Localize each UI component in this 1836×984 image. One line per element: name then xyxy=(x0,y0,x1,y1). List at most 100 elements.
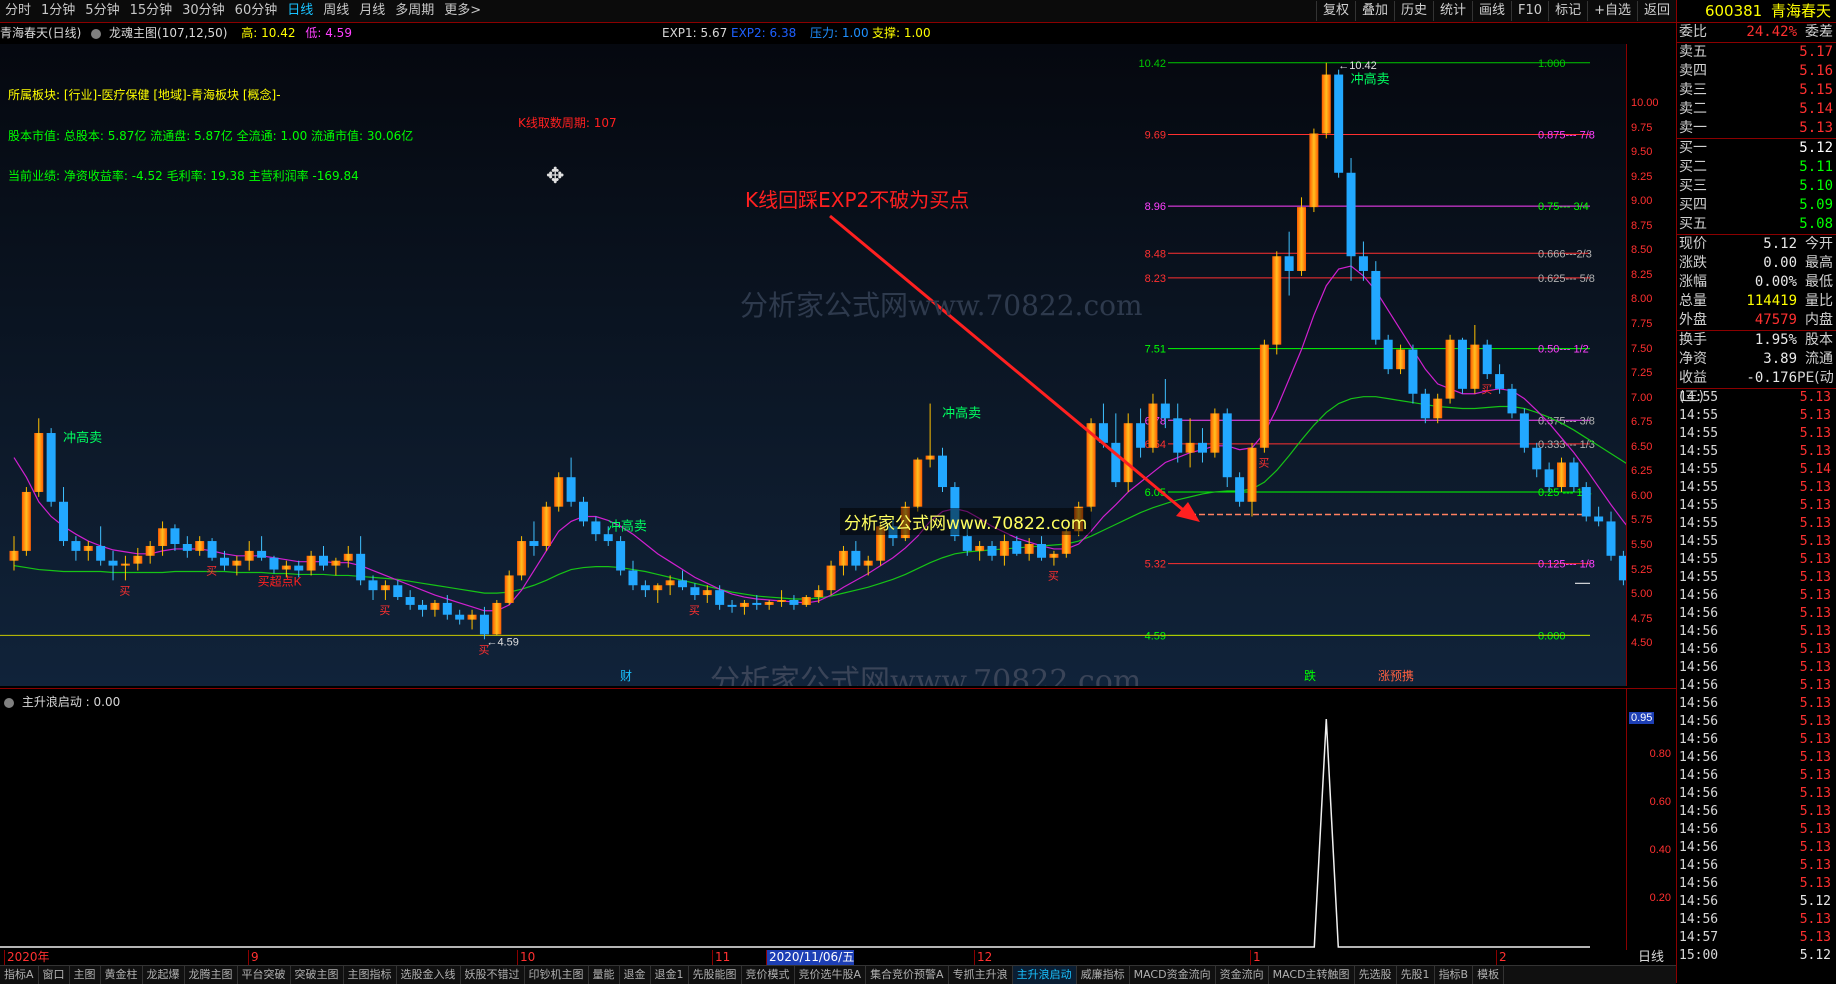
sub-current-value: 0.95 xyxy=(1629,712,1655,724)
sub-indicator-panel[interactable]: 主升浪启动 : 0.00 xyxy=(0,688,1626,951)
indicator-tab-19[interactable]: 专抓主升浪 xyxy=(949,966,1013,984)
period-label[interactable]: 日线 xyxy=(1626,950,1676,965)
indicator-tab-22[interactable]: MACD资金流向 xyxy=(1130,966,1216,984)
bid-row-3-value: 5.09 xyxy=(1799,197,1833,213)
candle-63 xyxy=(789,595,799,610)
indicator-tab-24[interactable]: MACD主转触图 xyxy=(1269,966,1355,984)
indicator-name[interactable]: 龙魂主图(107,12,50) xyxy=(109,26,227,40)
indicator-tab-3[interactable]: 黄金柱 xyxy=(101,966,143,984)
tick-price: 5.13 xyxy=(1799,588,1831,603)
period-tab-1[interactable]: 1分钟 xyxy=(36,1,80,21)
period-tab-3[interactable]: 15分钟 xyxy=(125,1,178,21)
candle-74 xyxy=(925,403,935,468)
tick-row: 14:56 5.13 xyxy=(1677,713,1836,731)
candle-61 xyxy=(764,599,774,610)
toolbar-button-2[interactable]: 历史 xyxy=(1393,1,1433,21)
indicator-tab-18[interactable]: 集合竞价预警A xyxy=(866,966,949,984)
date-label-7: 2 xyxy=(1496,950,1507,965)
ask-row-4-label: 卖一 xyxy=(1679,120,1707,136)
candle-115 xyxy=(1433,393,1443,424)
fib-price-3: 8.48 xyxy=(1145,248,1166,260)
candle-121 xyxy=(1507,383,1517,419)
period-tab-8[interactable]: 月线 xyxy=(354,1,390,21)
weibi-tail: 委差 xyxy=(1805,24,1833,40)
indicator-tab-13[interactable]: 退金 xyxy=(620,966,651,984)
tick-price: 5.13 xyxy=(1799,552,1831,567)
period-tab-5[interactable]: 60分钟 xyxy=(230,1,283,21)
toolbar-button-8[interactable]: 返回 xyxy=(1636,1,1676,21)
indicator-tab-2[interactable]: 主图 xyxy=(70,966,101,984)
indicator-tab-10[interactable]: 妖股不错过 xyxy=(461,966,525,984)
stock-code: 600381 xyxy=(1704,2,1763,20)
bid-row-0-label: 买一 xyxy=(1679,140,1707,156)
stat-row-1-value: 3.89 xyxy=(1763,351,1797,367)
toolbar-button-4[interactable]: 画线 xyxy=(1472,1,1511,21)
quote-row-0-tail: 今开 xyxy=(1805,236,1833,252)
ask-row-3-value: 5.14 xyxy=(1799,101,1833,117)
candle-36 xyxy=(455,609,465,625)
toolbar-button-0[interactable]: 复权 xyxy=(1315,1,1355,21)
toolbar-button-7[interactable]: +自选 xyxy=(1587,1,1637,21)
period-tab-9[interactable]: 多周期 xyxy=(390,1,439,21)
indicator-tab-6[interactable]: 平台突破 xyxy=(238,966,291,984)
indicator-tab-8[interactable]: 主图指标 xyxy=(344,966,397,984)
indicator-tab-16[interactable]: 竞价模式 xyxy=(742,966,795,984)
ask-row-4: 卖一 5.13 xyxy=(1677,119,1836,138)
period-tab-4[interactable]: 30分钟 xyxy=(177,1,230,21)
ask-row-3: 卖二 5.14 xyxy=(1677,100,1836,119)
candle-19 xyxy=(244,541,254,571)
indicator-tab-12[interactable]: 量能 xyxy=(589,966,620,984)
buy-signal-5: 买 xyxy=(1048,570,1059,583)
stat-row-1-tail: 流通 xyxy=(1805,351,1833,367)
main-kline-chart[interactable]: 10.42 1.000 9.69 0.875--- 7/8 8.96 0.75--- 3/… xyxy=(0,44,1626,686)
toolbar-button-6[interactable]: 标记 xyxy=(1548,1,1587,21)
tick-time: 15:00 xyxy=(1679,948,1719,963)
fib-label-2: 0.75--- 3/4 xyxy=(1538,201,1589,213)
candle-46 xyxy=(578,496,588,527)
period-tab-2[interactable]: 5分钟 xyxy=(80,1,124,21)
tick-price: 5.13 xyxy=(1799,624,1831,639)
indicator-tab-25[interactable]: 先选股 xyxy=(1355,966,1397,984)
indicator-tab-1[interactable]: 窗口 xyxy=(39,966,70,984)
toolbar-button-3[interactable]: 统计 xyxy=(1433,1,1472,21)
indicator-tab-27[interactable]: 指标B xyxy=(1435,966,1474,984)
indicator-tab-21[interactable]: 威廉指标 xyxy=(1077,966,1130,984)
fib-label-1: 0.875--- 7/8 xyxy=(1538,129,1595,141)
indicator-tab-20[interactable]: 主升浪启动 xyxy=(1012,966,1077,984)
toolbar-button-5[interactable]: F10 xyxy=(1511,1,1548,21)
indicator-dropdown-icon[interactable] xyxy=(91,28,102,39)
stock-name[interactable]: 青海春天(日线) xyxy=(0,26,81,40)
indicator-tab-9[interactable]: 选股金入线 xyxy=(397,966,461,984)
period-tab-0[interactable]: 分时 xyxy=(0,1,36,21)
indicator-tab-23[interactable]: 资金流向 xyxy=(1216,966,1269,984)
period-tab-6[interactable]: 日线 xyxy=(282,1,318,21)
indicator-tab-15[interactable]: 先股能图 xyxy=(689,966,742,984)
indicator-tab-7[interactable]: 突破主图 xyxy=(291,966,344,984)
period-tab-10[interactable]: 更多> xyxy=(439,1,486,21)
price-tick-15: 6.25 xyxy=(1631,465,1653,478)
tick-row: 14:55 5.13 xyxy=(1677,479,1836,497)
weibi-label: 委比 xyxy=(1679,24,1707,40)
performance-info: 当前业绩: 净资收益率: -4.52 毛利率: 19.38 主营利润率 -169… xyxy=(8,169,359,183)
quote-row-3-tail: 量比 xyxy=(1805,293,1833,309)
indicator-tab-11[interactable]: 印钞机主图 xyxy=(525,966,589,984)
tick-time: 14:56 xyxy=(1679,822,1719,837)
candle-2 xyxy=(34,418,44,497)
bid-row-1: 买二 5.11 xyxy=(1677,158,1836,177)
fib-price-2: 8.96 xyxy=(1145,201,1166,213)
quote-row-3: 总量 114419 量比 xyxy=(1677,292,1836,311)
fib-price-9: 5.32 xyxy=(1145,559,1166,571)
toolbar-button-1[interactable]: 叠加 xyxy=(1354,1,1394,21)
indicator-tab-14[interactable]: 退金1 xyxy=(651,966,689,984)
indicator-tab-17[interactable]: 竞价选牛股A xyxy=(795,966,867,984)
sub-tick-3: 0.20 xyxy=(1649,892,1671,904)
indicator-tab-0[interactable]: 指标A xyxy=(0,966,39,984)
candle-101 xyxy=(1259,339,1269,453)
period-tab-7[interactable]: 周线 xyxy=(318,1,354,21)
indicator-tab-28[interactable]: 模板 xyxy=(1473,966,1505,984)
buy-signal-2: 买 xyxy=(379,604,390,617)
indicator-tab-26[interactable]: 先股1 xyxy=(1397,966,1435,984)
high-label: 高: xyxy=(241,26,258,40)
indicator-tab-5[interactable]: 龙腾主图 xyxy=(185,966,238,984)
indicator-tab-4[interactable]: 龙起爆 xyxy=(143,966,185,984)
